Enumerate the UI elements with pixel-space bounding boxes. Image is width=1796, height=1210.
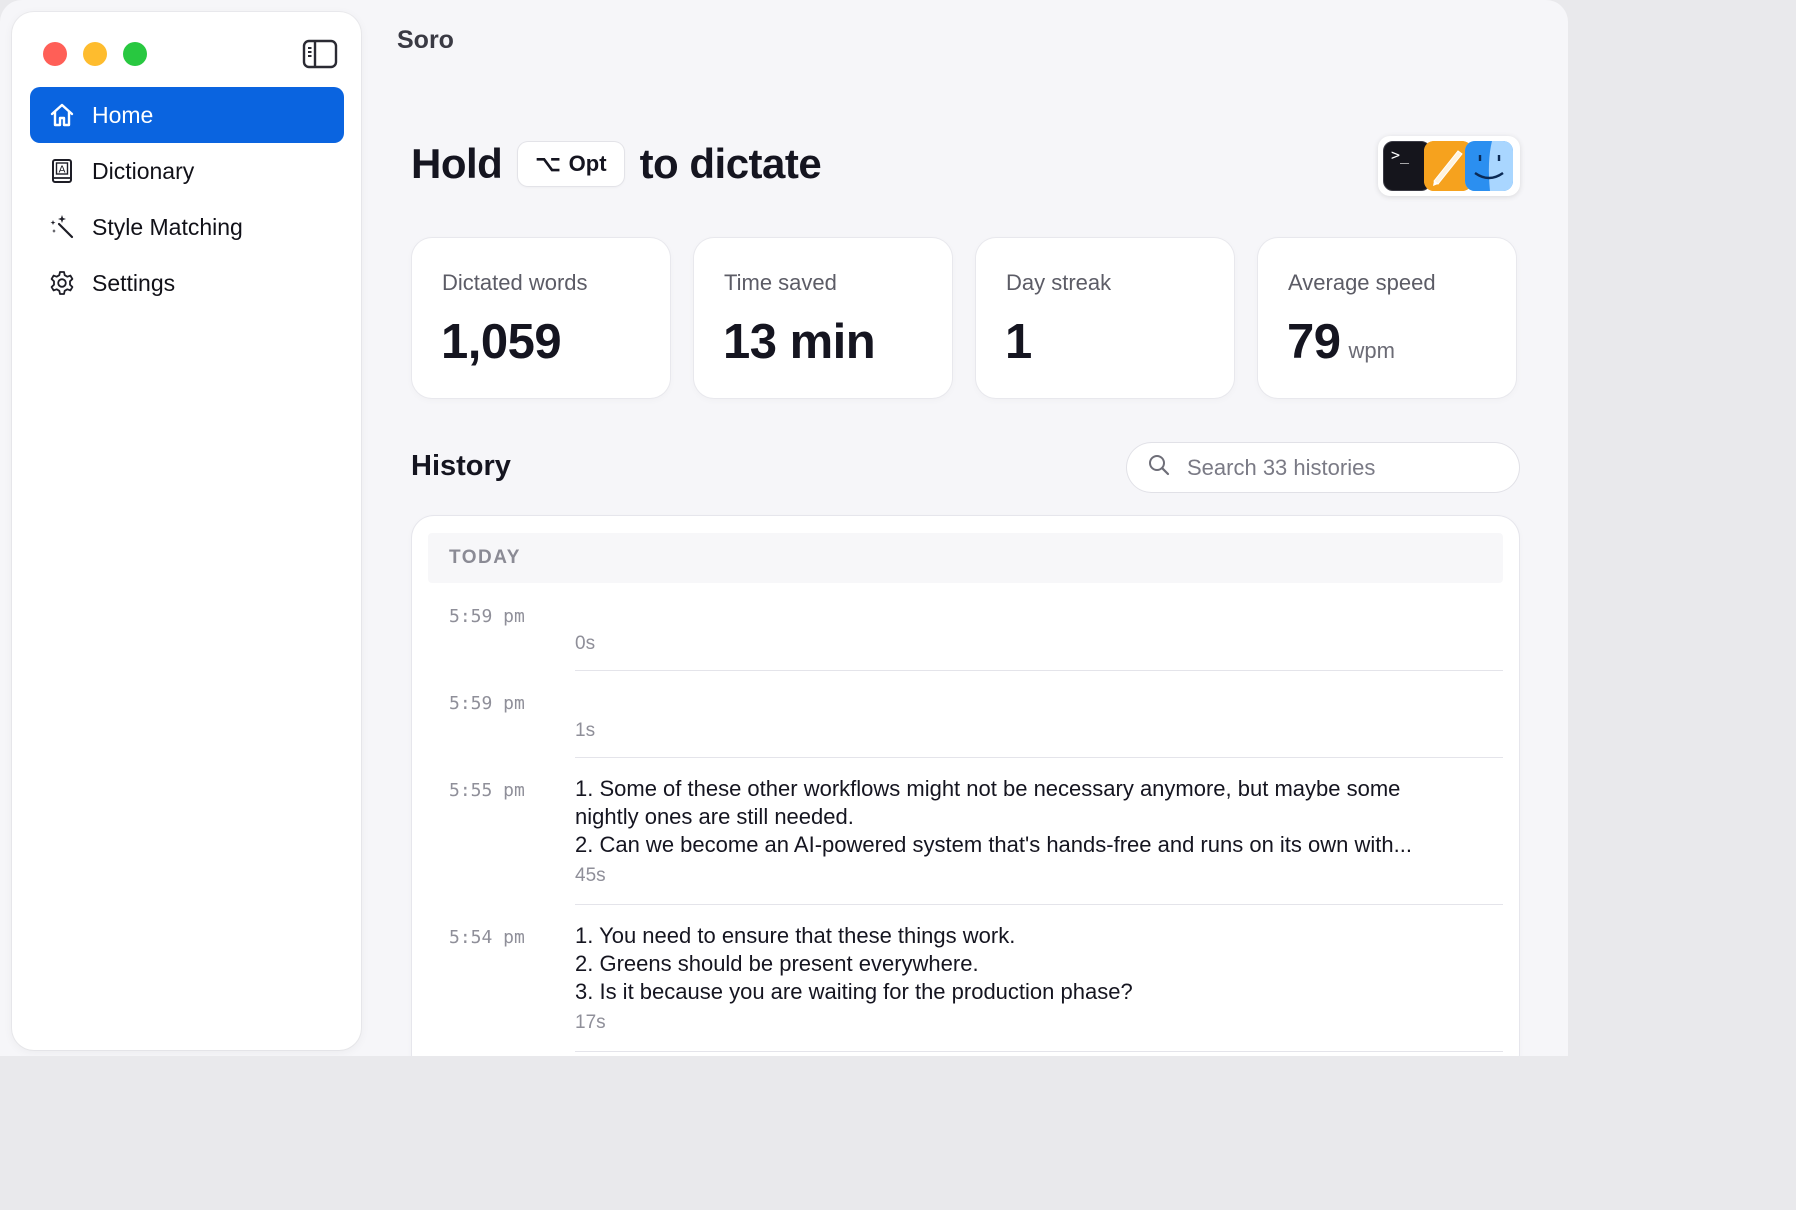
stat-label: Average speed bbox=[1288, 270, 1436, 295]
stat-value: 79 wpm bbox=[1287, 315, 1395, 369]
home-icon bbox=[48, 101, 76, 129]
hero-suffix: to dictate bbox=[639, 140, 822, 187]
finder-app-icon bbox=[1465, 141, 1513, 191]
entry-line: 2. Can we become an AI-powered system th… bbox=[575, 832, 1412, 857]
search-icon bbox=[1147, 453, 1171, 482]
history-group-header: TODAY bbox=[428, 533, 1503, 583]
active-apps[interactable]: >_ bbox=[1378, 136, 1520, 196]
search-input[interactable] bbox=[1185, 453, 1509, 482]
hotkey-badge[interactable]: ⌥ Opt bbox=[518, 142, 624, 186]
svg-text:A: A bbox=[59, 165, 66, 176]
window-controls bbox=[43, 42, 147, 66]
minimize-window-button[interactable] bbox=[83, 42, 107, 66]
magic-wand-icon bbox=[48, 213, 76, 241]
stat-card-dictated-words: Dictated words 1,059 bbox=[412, 238, 670, 398]
entry-time: 5:54 pm bbox=[449, 927, 525, 948]
stat-unit: wpm bbox=[1348, 338, 1395, 363]
sidebar-item-label: Dictionary bbox=[92, 157, 195, 184]
entry-divider bbox=[575, 757, 1503, 758]
dictionary-icon: A bbox=[48, 157, 76, 185]
entry-duration: 45s bbox=[575, 865, 606, 886]
stat-value: 1 bbox=[1005, 315, 1032, 369]
entry-time: 5:55 pm bbox=[449, 780, 525, 801]
sidebar-item-home[interactable]: Home bbox=[30, 87, 344, 143]
entry-divider bbox=[575, 670, 1503, 671]
sidebar-item-style-matching[interactable]: Style Matching bbox=[30, 199, 344, 255]
group-label: TODAY bbox=[449, 547, 521, 568]
history-list: TODAY 5:59 pm 0s 5:59 pm 1s 5:55 pm 1. S… bbox=[412, 516, 1519, 1056]
stat-card-average-speed: Average speed 79 wpm bbox=[1258, 238, 1516, 398]
entry-time: 5:59 pm bbox=[449, 693, 525, 714]
entry-text: 1. Some of these other workflows might n… bbox=[575, 775, 1495, 859]
entry-line: 3. Is it because you are waiting for the… bbox=[575, 979, 1133, 1004]
entry-line: 1. You need to ensure that these things … bbox=[575, 923, 1016, 948]
sidebar-item-label: Settings bbox=[92, 269, 176, 296]
sidebar-nav: Home A Dictionary Style Matching Setting… bbox=[30, 87, 344, 311]
stat-value: 1,059 bbox=[441, 315, 562, 369]
entry-duration: 1s bbox=[575, 720, 596, 741]
entry-text: 1. You need to ensure that these things … bbox=[575, 922, 1495, 1006]
stat-label: Dictated words bbox=[442, 270, 588, 295]
hotkey-label: Opt bbox=[568, 151, 607, 176]
entry-duration: 17s bbox=[575, 1012, 606, 1033]
history-search[interactable] bbox=[1127, 443, 1519, 492]
sidebar: Home A Dictionary Style Matching Setting… bbox=[12, 12, 361, 1050]
hero-prefix: Hold bbox=[411, 140, 503, 187]
stats-row: Dictated words 1,059 Time saved 13 min D… bbox=[412, 238, 1516, 398]
stat-card-time-saved: Time saved 13 min bbox=[694, 238, 952, 398]
stat-label: Day streak bbox=[1006, 270, 1112, 295]
entry-line: 1. Some of these other workflows might n… bbox=[575, 776, 1401, 801]
option-key-icon: ⌥ bbox=[535, 151, 561, 176]
stat-value: 13 min bbox=[723, 315, 876, 369]
entry-line: nightly ones are still needed. bbox=[575, 804, 854, 829]
history-title: History bbox=[411, 450, 511, 482]
app-window: Home A Dictionary Style Matching Setting… bbox=[0, 0, 1568, 1056]
sidebar-item-label: Style Matching bbox=[92, 213, 243, 240]
stat-card-day-streak: Day streak 1 bbox=[976, 238, 1234, 398]
sidebar-toggle-icon[interactable] bbox=[302, 39, 338, 69]
entry-duration: 0s bbox=[575, 633, 596, 654]
close-window-button[interactable] bbox=[43, 42, 67, 66]
entry-divider bbox=[575, 904, 1503, 905]
sidebar-item-settings[interactable]: Settings bbox=[30, 255, 344, 311]
entry-time: 5:59 pm bbox=[449, 606, 525, 627]
stat-label: Time saved bbox=[724, 270, 837, 295]
gear-icon bbox=[48, 269, 76, 297]
sidebar-item-dictionary[interactable]: A Dictionary bbox=[30, 143, 344, 199]
entry-divider bbox=[575, 1051, 1503, 1052]
entry-line: 2. Greens should be present everywhere. bbox=[575, 951, 979, 976]
sidebar-item-label: Home bbox=[92, 101, 154, 128]
dictation-hint: Hold ⌥ Opt to dictate bbox=[411, 140, 822, 188]
zoom-window-button[interactable] bbox=[123, 42, 147, 66]
app-title: Soro bbox=[397, 26, 454, 54]
